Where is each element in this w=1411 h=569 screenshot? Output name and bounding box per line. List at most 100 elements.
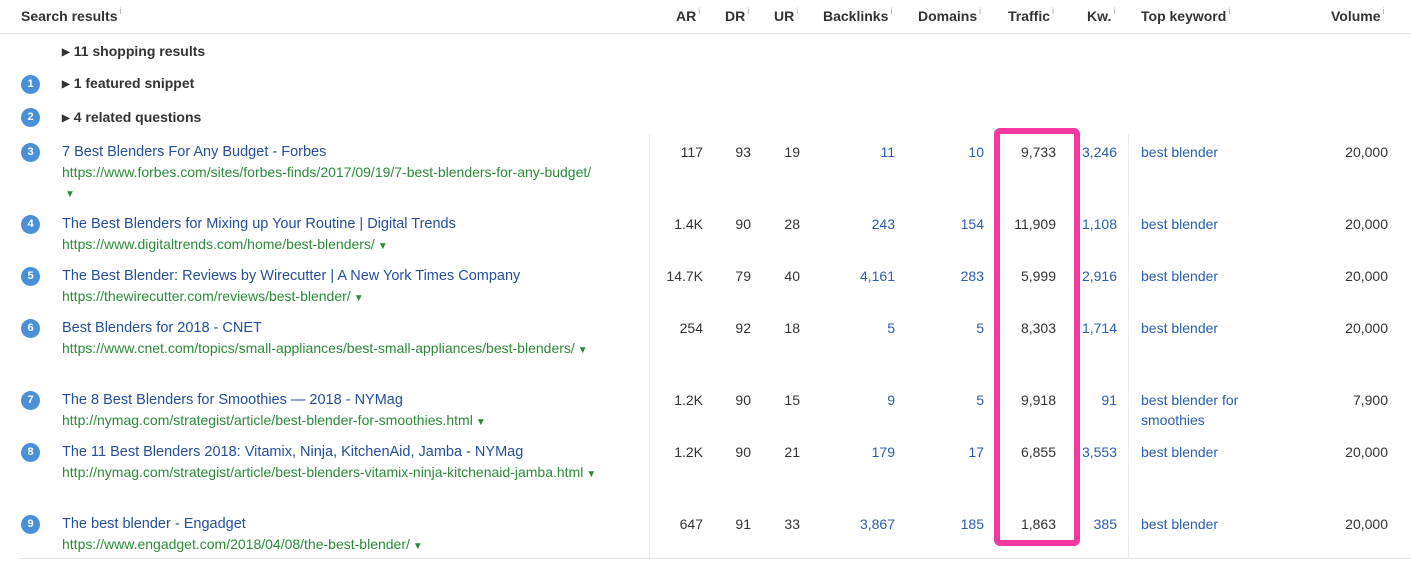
caret-down-icon[interactable]: ▼ xyxy=(476,417,486,428)
result-url[interactable]: https://www.digitaltrends.com/home/best-… xyxy=(62,234,602,257)
cell-domains[interactable]: 154 xyxy=(961,214,984,234)
info-icon[interactable]: i xyxy=(796,6,798,16)
position-badge: 2 xyxy=(21,108,40,127)
cell-top-keyword[interactable]: best blender xyxy=(1141,214,1271,234)
serp-feature-related-questions[interactable]: ▶ 4 related questions xyxy=(62,109,201,125)
result-title-link[interactable]: The best blender - Engadget xyxy=(62,514,246,534)
cell-ar: 1.2K xyxy=(674,392,703,408)
col-kw[interactable]: Kw. i xyxy=(1087,6,1115,24)
result-url[interactable]: http://nymag.com/strategist/article/best… xyxy=(62,410,602,433)
result-url-text[interactable]: https://www.digitaltrends.com/home/best-… xyxy=(62,236,375,252)
col-dr[interactable]: DR i xyxy=(725,6,749,24)
cell-dr: 79 xyxy=(735,268,751,284)
cell-domains[interactable]: 283 xyxy=(961,266,984,286)
cell-volume: 20,000 xyxy=(1345,144,1388,160)
caret-down-icon[interactable]: ▼ xyxy=(65,189,75,200)
cell-ar: 117 xyxy=(680,144,703,160)
caret-down-icon[interactable]: ▼ xyxy=(354,293,364,304)
info-icon[interactable]: i xyxy=(1052,6,1054,16)
cell-kw[interactable]: 3,553 xyxy=(1082,442,1117,462)
result-url[interactable]: https://www.forbes.com/sites/forbes-find… xyxy=(62,162,602,205)
cell-kw[interactable]: 1,108 xyxy=(1082,214,1117,234)
cell-dr: 93 xyxy=(735,144,751,160)
position-badge: 6 xyxy=(21,319,40,338)
result-url-text[interactable]: https://www.cnet.com/topics/small-applia… xyxy=(62,340,575,356)
result-url[interactable]: http://nymag.com/strategist/article/best… xyxy=(62,462,602,485)
cell-backlinks[interactable]: 9 xyxy=(887,390,895,410)
result-title-link[interactable]: The 11 Best Blenders 2018: Vitamix, Ninj… xyxy=(62,442,523,462)
cell-top-keyword[interactable]: best blender xyxy=(1141,318,1271,338)
serp-feature-shopping[interactable]: ▶ 11 shopping results xyxy=(62,43,205,59)
cell-ur: 40 xyxy=(784,268,800,284)
info-icon[interactable]: i xyxy=(747,6,749,16)
col-ur[interactable]: UR i xyxy=(774,6,798,24)
cell-kw[interactable]: 2,916 xyxy=(1082,266,1117,286)
result-title-link[interactable]: 7 Best Blenders For Any Budget - Forbes xyxy=(62,142,326,162)
cell-top-keyword[interactable]: best blender xyxy=(1141,266,1271,286)
result-url[interactable]: https://www.cnet.com/topics/small-applia… xyxy=(62,338,602,361)
result-title-link[interactable]: The Best Blender: Reviews by Wirecutter … xyxy=(62,266,520,286)
caret-down-icon[interactable]: ▼ xyxy=(378,241,388,252)
cell-volume: 20,000 xyxy=(1345,216,1388,232)
info-icon[interactable]: i xyxy=(1383,6,1385,16)
cell-domains[interactable]: 5 xyxy=(976,318,984,338)
cell-dr: 90 xyxy=(735,216,751,232)
result-url-text[interactable]: https://thewirecutter.com/reviews/best-b… xyxy=(62,288,351,304)
col-backlinks[interactable]: Backlinks i xyxy=(823,6,892,24)
result-title-link[interactable]: The 8 Best Blenders for Smoothies — 2018… xyxy=(62,390,403,410)
cell-backlinks[interactable]: 179 xyxy=(872,442,895,462)
position-badge: 4 xyxy=(21,215,40,234)
cell-ur: 15 xyxy=(784,392,800,408)
cell-domains[interactable]: 5 xyxy=(976,390,984,410)
info-icon[interactable]: i xyxy=(1113,6,1115,16)
cell-kw[interactable]: 385 xyxy=(1094,514,1117,534)
cell-ar: 14.7K xyxy=(666,268,703,284)
cell-backlinks[interactable]: 5 xyxy=(887,318,895,338)
col-top-keyword[interactable]: Top keyword i xyxy=(1141,6,1230,24)
cell-top-keyword[interactable]: best blender xyxy=(1141,142,1271,162)
col-traffic[interactable]: Traffic i xyxy=(1008,6,1054,24)
col-ar[interactable]: AR i xyxy=(676,6,700,24)
result-url[interactable]: https://thewirecutter.com/reviews/best-b… xyxy=(62,286,602,309)
caret-down-icon[interactable]: ▼ xyxy=(413,541,423,552)
info-icon[interactable]: i xyxy=(979,6,981,16)
cell-top-keyword[interactable]: best blender for smoothies xyxy=(1141,390,1271,430)
info-icon[interactable]: i xyxy=(698,6,700,16)
cell-backlinks[interactable]: 243 xyxy=(872,214,895,234)
cell-kw[interactable]: 3,246 xyxy=(1082,142,1117,162)
col-volume[interactable]: Volume i xyxy=(1331,6,1385,24)
result-url-text[interactable]: http://nymag.com/strategist/article/best… xyxy=(62,412,473,428)
results-table-header: Search results i AR i DR i UR i Backlinks i D… xyxy=(0,0,1411,34)
info-icon[interactable]: i xyxy=(120,6,122,16)
cell-kw[interactable]: 1,714 xyxy=(1082,318,1117,338)
cell-kw[interactable]: 91 xyxy=(1101,390,1117,410)
table-bottom-border xyxy=(18,558,1411,559)
result-url[interactable]: https://www.engadget.com/2018/04/08/the-… xyxy=(62,534,602,557)
caret-down-icon[interactable]: ▼ xyxy=(586,469,596,480)
col-search-results[interactable]: Search results i xyxy=(21,6,122,24)
info-icon[interactable]: i xyxy=(890,6,892,16)
cell-volume: 20,000 xyxy=(1345,268,1388,284)
serp-feature-featured-snippet[interactable]: ▶ 1 featured snippet xyxy=(62,75,194,91)
cell-domains[interactable]: 17 xyxy=(968,442,984,462)
caret-down-icon[interactable]: ▼ xyxy=(578,345,588,356)
cell-backlinks[interactable]: 3,867 xyxy=(860,514,895,534)
cell-backlinks[interactable]: 11 xyxy=(880,142,895,162)
cell-ur: 28 xyxy=(784,216,800,232)
result-url-text[interactable]: http://nymag.com/strategist/article/best… xyxy=(62,464,583,480)
col-domains[interactable]: Domains i xyxy=(918,6,981,24)
result-url-text[interactable]: https://www.engadget.com/2018/04/08/the-… xyxy=(62,536,410,552)
cell-ar: 1.4K xyxy=(674,216,703,232)
result-title-link[interactable]: The Best Blenders for Mixing up Your Rou… xyxy=(62,214,456,234)
result-url-text[interactable]: https://www.forbes.com/sites/forbes-find… xyxy=(62,164,591,180)
cell-backlinks[interactable]: 4,161 xyxy=(860,266,895,286)
cell-domains[interactable]: 185 xyxy=(961,514,984,534)
cell-top-keyword[interactable]: best blender xyxy=(1141,514,1271,534)
result-title-link[interactable]: Best Blenders for 2018 - CNET xyxy=(62,318,262,338)
position-badge: 1 xyxy=(21,75,40,94)
cell-top-keyword[interactable]: best blender xyxy=(1141,442,1271,462)
cell-dr: 90 xyxy=(735,444,751,460)
info-icon[interactable]: i xyxy=(1228,6,1230,16)
position-badge: 7 xyxy=(21,391,40,410)
cell-domains[interactable]: 10 xyxy=(968,142,984,162)
